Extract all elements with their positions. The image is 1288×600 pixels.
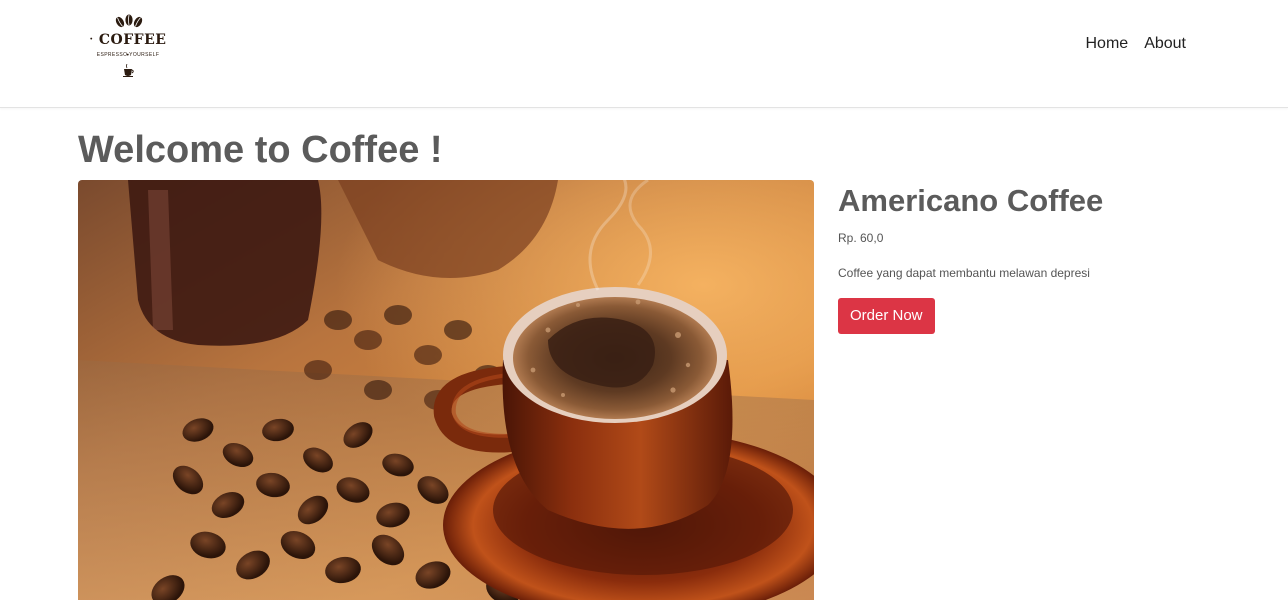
- product-name: Americano Coffee: [838, 183, 1104, 218]
- order-now-button[interactable]: Order Now: [838, 298, 935, 334]
- coffee-hero-image: [78, 180, 814, 600]
- coffee-cup-icon: [123, 64, 134, 77]
- product-price: Rp. 60,0: [838, 231, 884, 245]
- brand-name-text: COFFEE: [98, 32, 167, 48]
- nav-link-home[interactable]: Home: [1086, 34, 1129, 54]
- product-card: Americano Coffee Rp. 60,0 Coffee yang da…: [838, 182, 1238, 334]
- coffee-beans-icon: [115, 14, 143, 28]
- coffee-photo: [78, 180, 814, 600]
- navbar: · COFFEE · ESPRESSO YOURSELF Home About: [0, 0, 1288, 108]
- brand-name: · COFFEE ·: [87, 32, 169, 64]
- brand-tagline: ESPRESSO YOURSELF: [96, 52, 160, 58]
- page-title: Welcome to Coffee !: [78, 129, 443, 171]
- brand-logo[interactable]: · COFFEE · ESPRESSO YOURSELF: [87, 12, 169, 80]
- nav-links: Home About: [1086, 34, 1187, 54]
- nav-link-about[interactable]: About: [1144, 34, 1186, 54]
- product-description: Coffee yang dapat membantu melawan depre…: [838, 266, 1090, 280]
- logo-dot-left: ·: [89, 34, 94, 45]
